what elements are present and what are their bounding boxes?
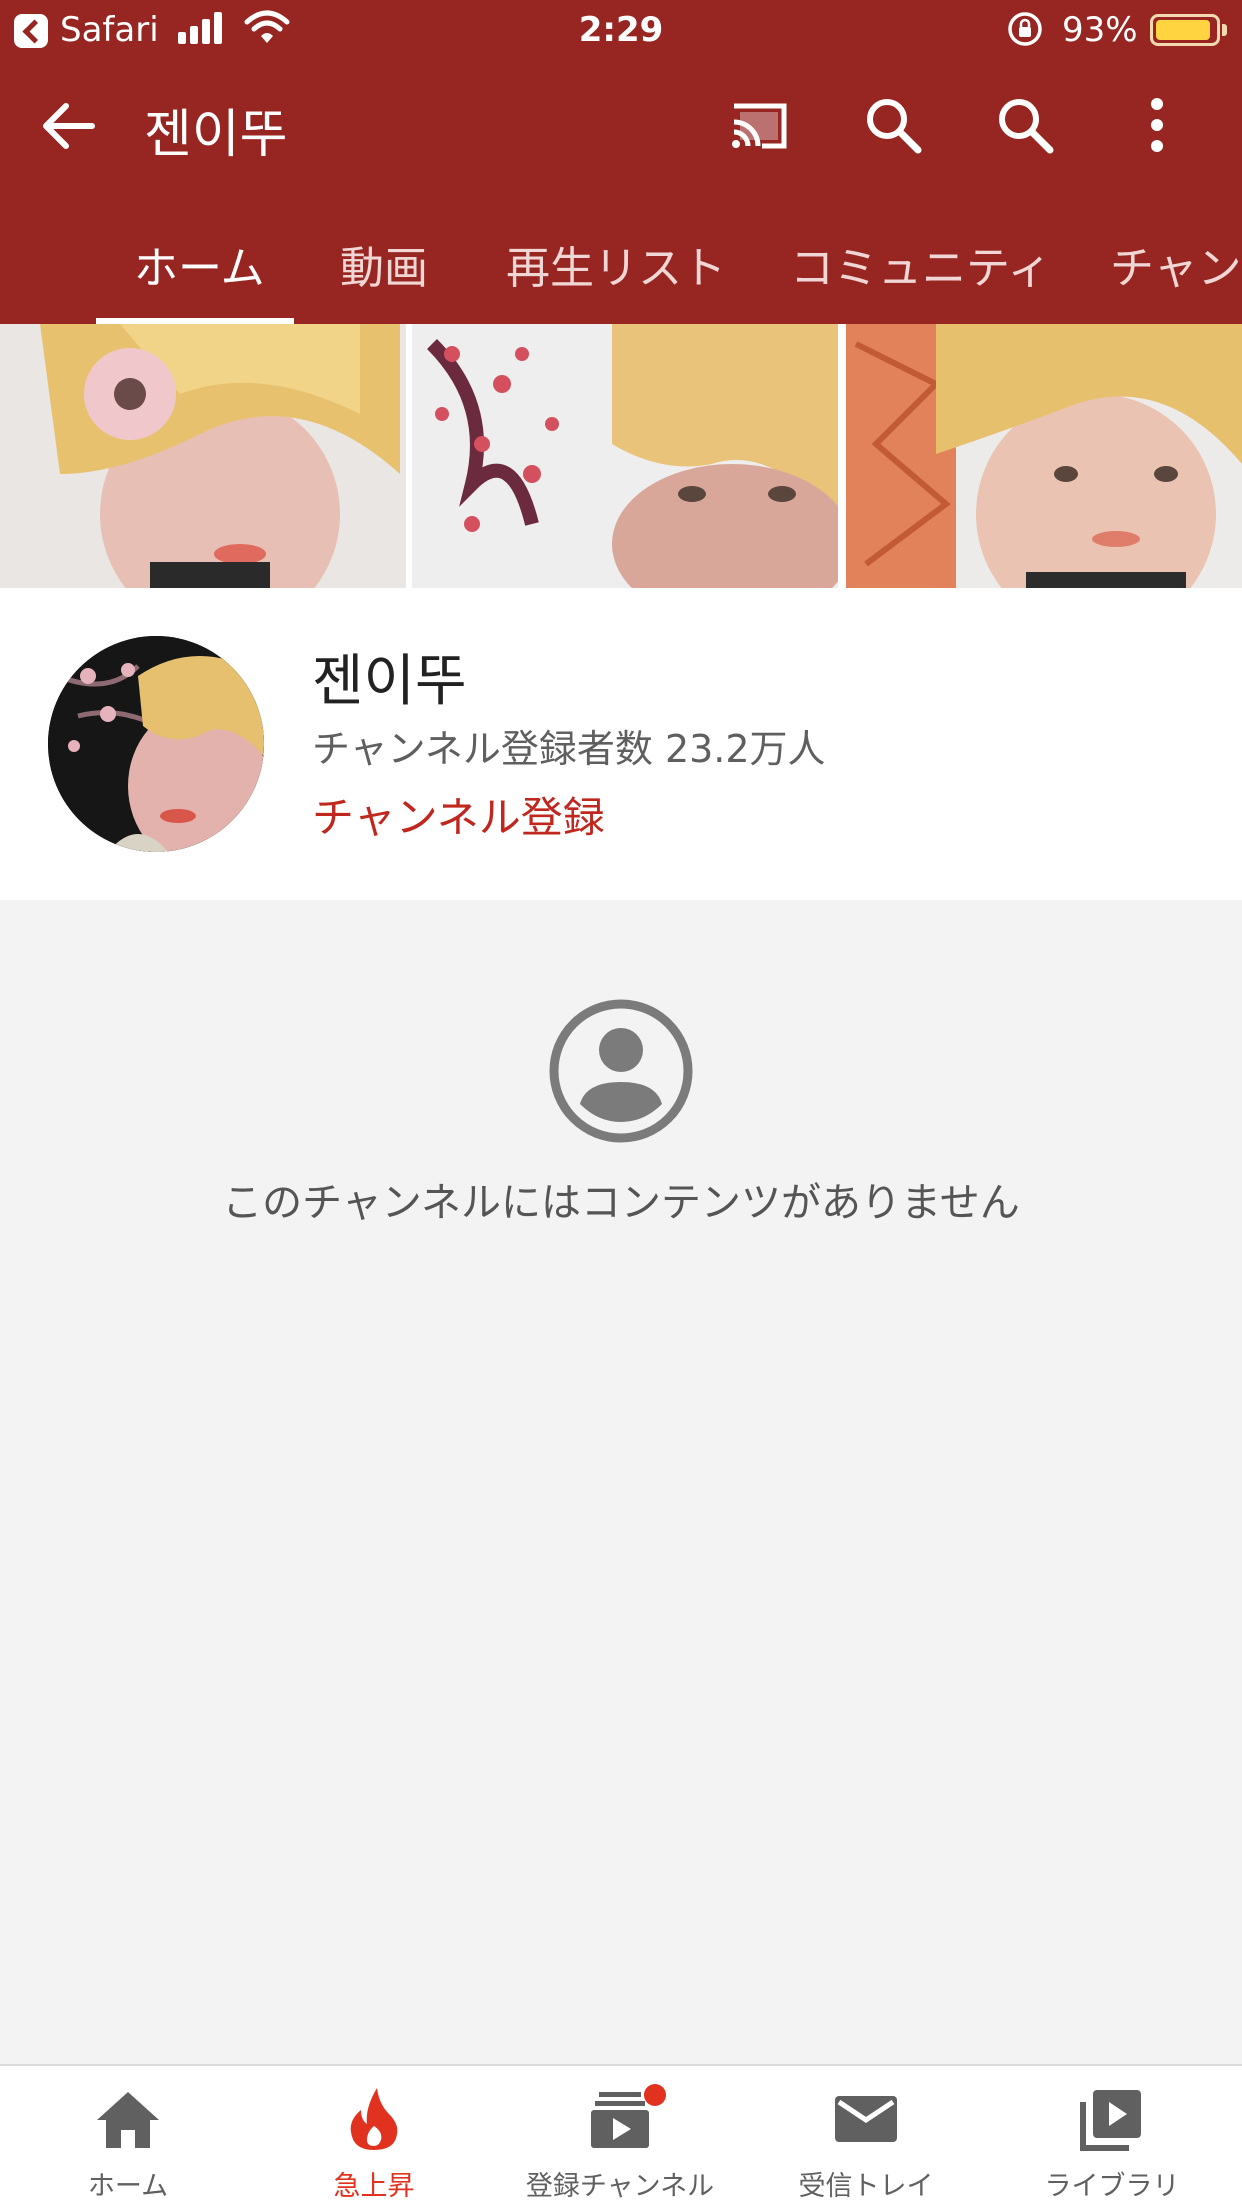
channel-info: 젠이뚜 チャンネル登録者数 23.2万人 チャンネル登録 <box>0 588 1242 900</box>
channel-banner <box>0 324 1242 588</box>
channel-tabs: ホーム 動画 再生リスト コミュニティ チャンネル <box>0 190 1242 324</box>
subscribe-button[interactable]: チャンネル登録 <box>312 784 605 845</box>
nav-subscriptions[interactable]: 登録チャンネル <box>496 2066 744 2210</box>
empty-message: このチャンネルにはコンテンツがありません <box>222 1180 1020 1226</box>
nav-home[interactable]: ホーム <box>4 2066 252 2210</box>
avatar[interactable] <box>48 636 264 852</box>
tab-channels[interactable]: チャンネル <box>1110 232 1242 296</box>
search-icon[interactable] <box>860 92 926 158</box>
library-icon <box>1080 2090 1141 2151</box>
banner-image <box>0 324 406 588</box>
banner-image <box>412 324 838 588</box>
search-icon[interactable] <box>992 92 1058 158</box>
status-bar: Safari 2:29 93% <box>0 0 1242 62</box>
tab-videos[interactable]: 動画 <box>340 232 428 296</box>
arrow-back-icon[interactable] <box>38 98 98 154</box>
subscriber-count: チャンネル登録者数 23.2万人 <box>312 727 826 771</box>
notification-badge <box>644 2084 666 2106</box>
nav-label: 受信トレイ <box>798 2171 934 2202</box>
clock: 2:29 <box>578 10 664 50</box>
tab-community[interactable]: コミュニティ <box>790 232 1051 296</box>
bottom-nav: ホーム 急上昇 登録チャンネル 受信トレイ ライブラリ <box>0 2064 1242 2210</box>
nav-inbox[interactable]: 受信トレイ <box>742 2066 990 2210</box>
orientation-lock-icon <box>1008 12 1042 46</box>
cast-icon[interactable] <box>726 92 792 158</box>
battery-icon <box>1150 14 1220 46</box>
page-title: 젠이뚜 <box>144 105 288 165</box>
tab-home[interactable]: ホーム <box>134 232 265 296</box>
nav-library[interactable]: ライブラリ <box>988 2066 1236 2210</box>
nav-trending[interactable]: 急上昇 <box>250 2066 498 2210</box>
trending-fire-icon <box>350 2088 398 2150</box>
more-vert-icon[interactable] <box>1124 92 1190 158</box>
nav-label: 急上昇 <box>333 2171 415 2202</box>
battery-percent: 93% <box>1062 10 1138 50</box>
banner-image <box>846 324 1242 588</box>
home-icon <box>97 2092 159 2148</box>
channel-name: 젠이뚜 <box>312 649 467 714</box>
nav-label: ホーム <box>87 2171 169 2202</box>
tab-playlists[interactable]: 再生リスト <box>506 232 726 296</box>
nav-label: ライブラリ <box>1044 2171 1180 2202</box>
mail-icon <box>835 2096 897 2142</box>
app-header: 젠이뚜 <box>0 62 1242 190</box>
account-circle-icon <box>549 999 693 1143</box>
nav-label: 登録チャンネル <box>525 2171 715 2202</box>
